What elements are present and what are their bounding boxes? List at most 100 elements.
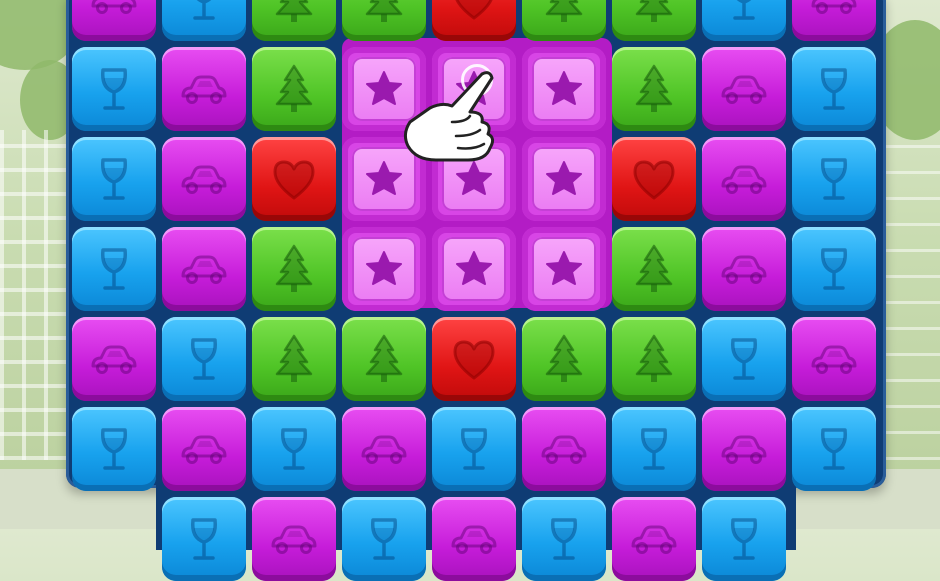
tile-purple-car[interactable] [702, 137, 786, 221]
wine-glass-icon [177, 0, 231, 26]
tile-red-heart[interactable] [432, 317, 516, 401]
star-tile-face [352, 237, 416, 301]
tile-blue-glass[interactable] [792, 47, 876, 131]
car-icon [177, 62, 231, 116]
wine-glass-icon [87, 422, 141, 476]
car-icon [717, 422, 771, 476]
tile-purple-car[interactable] [342, 407, 426, 491]
tile-blue-glass[interactable] [702, 317, 786, 401]
tile-red-heart[interactable] [432, 0, 516, 41]
tile-blue-glass[interactable] [162, 317, 246, 401]
wine-glass-icon [447, 422, 501, 476]
tile-blue-glass[interactable] [792, 407, 876, 491]
car-icon [447, 512, 501, 566]
tile-star[interactable] [432, 137, 516, 221]
star-tile-face [352, 147, 416, 211]
tile-green-tree[interactable] [342, 317, 426, 401]
tile-green-tree[interactable] [522, 317, 606, 401]
tile-blue-glass[interactable] [72, 227, 156, 311]
tile-purple-car[interactable] [702, 227, 786, 311]
star-tile-face [532, 147, 596, 211]
tile-purple-car[interactable] [162, 47, 246, 131]
tile-green-tree[interactable] [252, 0, 336, 41]
tile-blue-glass[interactable] [612, 407, 696, 491]
pine-tree-icon [627, 0, 681, 26]
star-icon [543, 68, 585, 110]
pine-tree-icon [627, 62, 681, 116]
wine-glass-icon [537, 512, 591, 566]
pine-tree-icon [537, 332, 591, 386]
tile-blue-glass[interactable] [702, 0, 786, 41]
tile-purple-car[interactable] [702, 407, 786, 491]
tile-red-heart[interactable] [612, 137, 696, 221]
tile-green-tree[interactable] [612, 47, 696, 131]
tile-green-tree[interactable] [612, 0, 696, 41]
tile-green-tree[interactable] [612, 227, 696, 311]
tile-star[interactable] [342, 137, 426, 221]
pine-tree-icon [267, 242, 321, 296]
star-icon [543, 248, 585, 290]
tile-purple-car[interactable] [252, 497, 336, 581]
tile-green-tree[interactable] [522, 0, 606, 41]
wine-glass-icon [627, 422, 681, 476]
tile-star[interactable] [522, 137, 606, 221]
tile-green-tree[interactable] [252, 47, 336, 131]
pine-tree-icon [537, 0, 591, 26]
star-tile-face [352, 57, 416, 121]
tile-blue-glass[interactable] [702, 497, 786, 581]
wine-glass-icon [717, 512, 771, 566]
tile-purple-car[interactable] [612, 497, 696, 581]
star-tile-face [442, 147, 506, 211]
tile-star[interactable] [342, 47, 426, 131]
tile-star[interactable] [522, 227, 606, 311]
star-icon [543, 158, 585, 200]
wine-glass-icon [717, 0, 771, 26]
star-tile-face [442, 237, 506, 301]
tile-blue-glass[interactable] [252, 407, 336, 491]
tile-red-heart[interactable] [252, 137, 336, 221]
tile-green-tree[interactable] [252, 227, 336, 311]
tile-purple-car[interactable] [792, 317, 876, 401]
tile-purple-car[interactable] [162, 407, 246, 491]
star-icon [453, 248, 495, 290]
heart-icon [627, 152, 681, 206]
pine-tree-icon [627, 332, 681, 386]
tile-green-tree[interactable] [342, 0, 426, 41]
tile-green-tree[interactable] [252, 317, 336, 401]
tile-purple-car[interactable] [432, 497, 516, 581]
star-icon [363, 158, 405, 200]
tile-purple-car[interactable] [72, 317, 156, 401]
wine-glass-icon [87, 152, 141, 206]
tile-blue-glass[interactable] [72, 407, 156, 491]
tile-purple-car[interactable] [702, 47, 786, 131]
tile-blue-glass[interactable] [162, 0, 246, 41]
tile-blue-glass[interactable] [72, 137, 156, 221]
tile-blue-glass[interactable] [522, 497, 606, 581]
tile-blue-glass[interactable] [792, 137, 876, 221]
tile-blue-glass[interactable] [162, 497, 246, 581]
car-icon [717, 62, 771, 116]
star-icon [363, 248, 405, 290]
star-icon [363, 68, 405, 110]
tap-indicator [461, 64, 493, 96]
tile-purple-car[interactable] [72, 0, 156, 41]
background-trellis [0, 130, 70, 460]
pine-tree-icon [267, 332, 321, 386]
car-icon [87, 0, 141, 26]
tile-blue-glass[interactable] [342, 497, 426, 581]
tile-star[interactable] [432, 227, 516, 311]
pine-tree-icon [357, 0, 411, 26]
wine-glass-icon [807, 422, 861, 476]
car-icon [717, 152, 771, 206]
tile-purple-car[interactable] [792, 0, 876, 41]
tile-purple-car[interactable] [162, 137, 246, 221]
tile-blue-glass[interactable] [792, 227, 876, 311]
tile-purple-car[interactable] [522, 407, 606, 491]
car-icon [717, 242, 771, 296]
tile-star[interactable] [522, 47, 606, 131]
tile-star[interactable] [342, 227, 426, 311]
tile-blue-glass[interactable] [72, 47, 156, 131]
tile-purple-car[interactable] [162, 227, 246, 311]
tile-blue-glass[interactable] [432, 407, 516, 491]
tile-green-tree[interactable] [612, 317, 696, 401]
